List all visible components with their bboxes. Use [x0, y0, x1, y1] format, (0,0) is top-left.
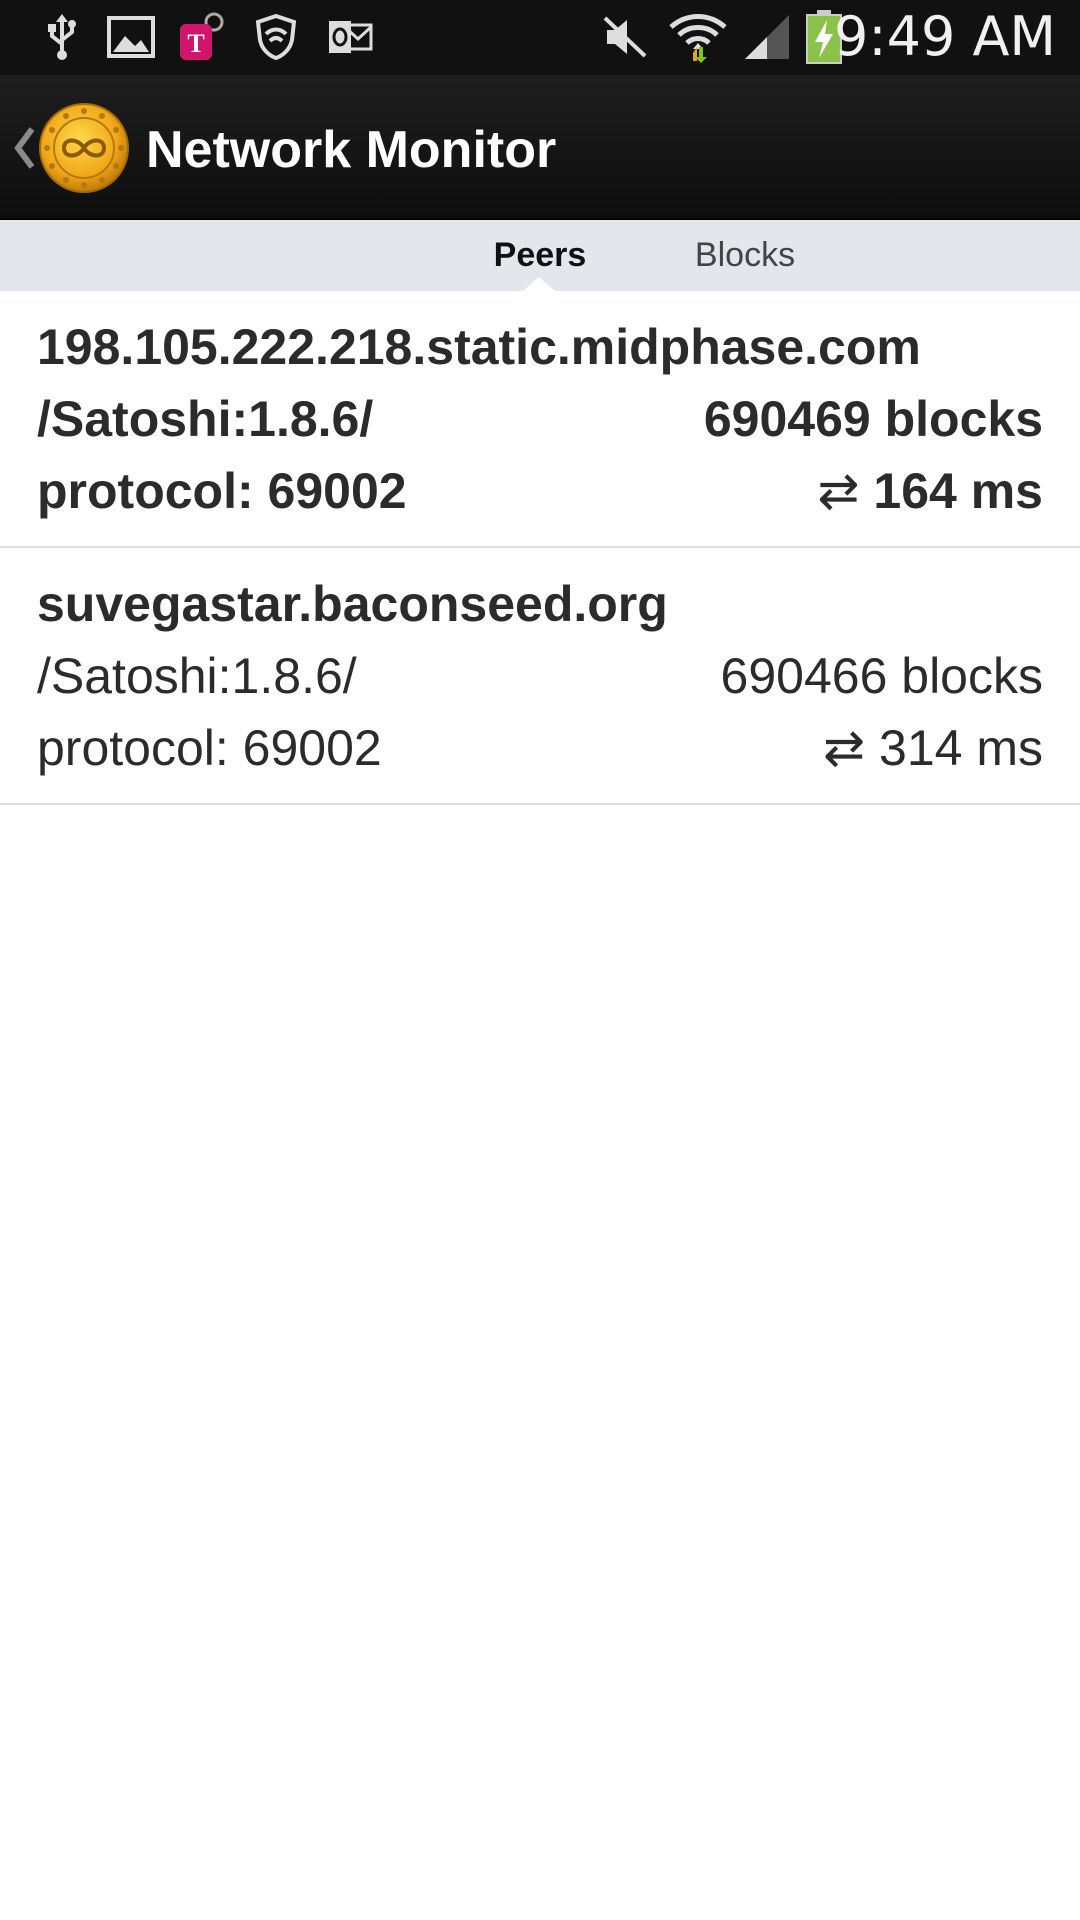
peer-blocks: 690466 blocks	[720, 648, 1043, 704]
peer-protocol: protocol: 69002	[37, 463, 407, 519]
back-chevron-icon[interactable]	[12, 125, 38, 171]
wifi-icon	[668, 12, 728, 63]
peer-ping: ⇄ 314 ms	[823, 712, 1043, 784]
app-title: Network Monitor	[146, 121, 557, 179]
peer-host: 198.105.222.218.static.midphase.com	[37, 319, 921, 375]
svg-text:T: T	[187, 29, 204, 58]
tmobile-tag-icon: T	[176, 12, 230, 62]
image-icon	[106, 12, 156, 62]
peer-list[interactable]: 198.105.222.218.static.midphase.com /Sat…	[0, 291, 1080, 805]
outlook-icon	[326, 12, 374, 62]
ping-arrows-icon: ⇄	[817, 463, 860, 519]
peer-blocks: 690469 blocks	[703, 391, 1043, 447]
tab-blocks[interactable]: Blocks	[675, 220, 815, 291]
peer-version: /Satoshi:1.8.6/	[37, 648, 357, 704]
usb-icon	[38, 12, 86, 62]
peer-ping: ⇄ 164 ms	[818, 455, 1044, 527]
mute-icon	[600, 12, 650, 62]
peer-list-item[interactable]: suvegastar.baconseed.org /Satoshi:1.8.6/…	[0, 548, 1080, 805]
peer-host: suvegastar.baconseed.org	[37, 576, 668, 632]
status-time: 9:49 AM	[834, 5, 1056, 68]
peer-ping-value: 164 ms	[873, 463, 1043, 519]
peer-protocol: protocol: 69002	[37, 720, 382, 776]
peer-list-item[interactable]: 198.105.222.218.static.midphase.com /Sat…	[0, 291, 1080, 548]
app-logo-coin-icon[interactable]	[38, 102, 130, 194]
signal-icon	[742, 12, 792, 62]
peer-ping-value: 314 ms	[879, 720, 1043, 776]
shield-icon	[252, 12, 300, 62]
ping-arrows-icon: ⇄	[823, 720, 866, 776]
action-bar: Network Monitor	[0, 75, 1080, 220]
status-bar: T 9:49 AM	[0, 0, 1080, 75]
peer-version: /Satoshi:1.8.6/	[37, 391, 374, 447]
active-tab-indicator	[523, 277, 555, 291]
